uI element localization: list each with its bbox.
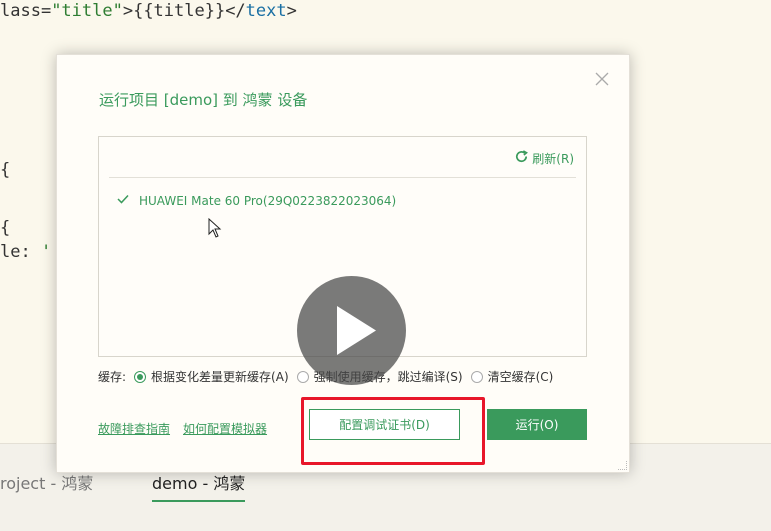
tab-demo-hongmeng[interactable]: demo - 鸿蒙 [152, 470, 246, 502]
divider [109, 177, 576, 178]
code-line-1: lass="title">{{title}}</text> [0, 1, 297, 21]
refresh-label: 刷新(R) [532, 151, 574, 166]
check-icon [117, 193, 129, 208]
emulator-config-link[interactable]: 如何配置模拟器 [183, 420, 267, 437]
device-item[interactable]: HUAWEI Mate 60 Pro(29Q0223822023064) [117, 193, 396, 208]
mouse-cursor-icon [208, 217, 222, 242]
radio-clear-cache[interactable]: 清空缓存(C) [470, 368, 554, 385]
cache-label: 缓存: [98, 370, 127, 384]
code-line-2: { [0, 160, 11, 180]
help-links: 故障排查指南 如何配置模拟器 [98, 420, 267, 437]
resize-grip[interactable] [618, 461, 627, 470]
play-icon[interactable] [297, 276, 406, 385]
code-line-4: le: ' [0, 242, 52, 262]
troubleshoot-guide-link[interactable]: 故障排查指南 [98, 420, 170, 437]
red-highlight-box [301, 397, 485, 465]
radio-dot [134, 370, 147, 383]
radio-dot [470, 370, 483, 383]
radio-update-cache[interactable]: 根据变化差量更新缓存(A) [134, 368, 289, 385]
refresh-icon [514, 149, 529, 167]
code-line-3: { [0, 218, 11, 238]
radio-label: 清空缓存(C) [487, 370, 554, 384]
radio-label: 根据变化差量更新缓存(A) [151, 370, 289, 384]
run-button[interactable]: 运行(O) [487, 409, 587, 440]
close-icon[interactable] [593, 71, 611, 89]
refresh-button[interactable]: 刷新(R) [514, 149, 574, 167]
dialog-title: 运行项目 [demo] 到 鸿蒙 设备 [99, 91, 308, 109]
tab-project-hongmeng[interactable]: roject - 鸿蒙 [0, 470, 93, 494]
device-name: HUAWEI Mate 60 Pro(29Q0223822023064) [139, 193, 397, 208]
